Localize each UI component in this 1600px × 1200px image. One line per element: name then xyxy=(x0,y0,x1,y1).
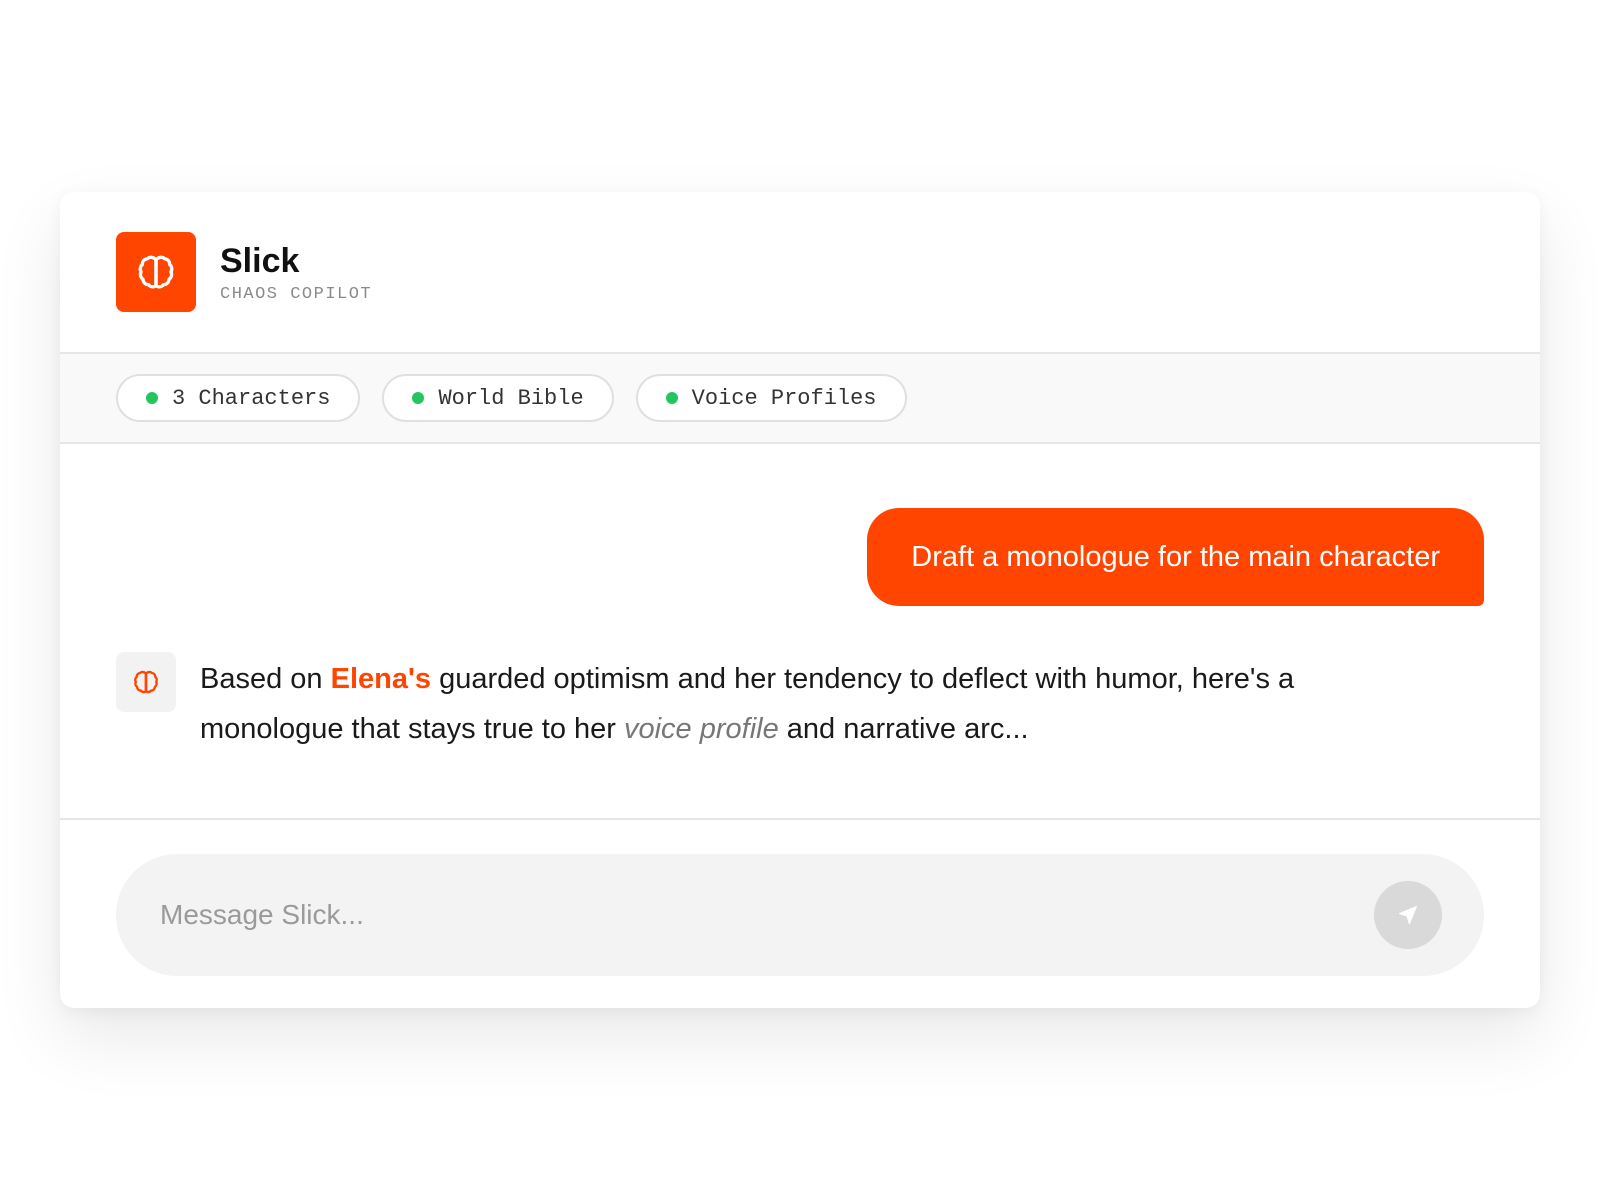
send-icon xyxy=(1399,906,1417,924)
chip-world-bible[interactable]: World Bible xyxy=(382,374,614,422)
composer xyxy=(116,854,1484,976)
assistant-message-text: Based on Elena's guarded optimism and he… xyxy=(200,654,1350,754)
voice-profile-emphasis: voice profile xyxy=(623,713,779,745)
character-highlight: Elena's xyxy=(330,663,432,695)
brain-icon xyxy=(138,255,174,289)
brand: Slick CHAOS COPILOT xyxy=(220,241,372,304)
brain-icon xyxy=(134,670,158,694)
chip-label: World Bible xyxy=(438,385,584,411)
assistant-text-part: Based on xyxy=(200,663,331,695)
assistant-message: Based on Elena's guarded optimism and he… xyxy=(116,652,1350,754)
chat-header: Slick CHAOS COPILOT xyxy=(60,192,1540,354)
app-name: Slick xyxy=(220,241,300,280)
chip-label: Voice Profiles xyxy=(691,385,877,411)
send-button[interactable] xyxy=(1374,881,1442,949)
message-list: Draft a monologue for the main character… xyxy=(60,444,1540,820)
user-message-text: Draft a monologue for the main character xyxy=(911,540,1440,573)
assistant-text-part: and narrative arc... xyxy=(778,713,1029,745)
chat-panel: Slick CHAOS COPILOT 3 Characters World B… xyxy=(60,192,1540,1008)
status-dot xyxy=(146,392,158,404)
chip-characters[interactable]: 3 Characters xyxy=(116,374,361,422)
app-subtitle: CHAOS COPILOT xyxy=(220,284,373,304)
status-dot xyxy=(665,392,678,404)
user-message: Draft a monologue for the main character xyxy=(867,508,1484,606)
assistant-avatar xyxy=(116,652,176,712)
app-logo xyxy=(116,232,196,312)
message-input[interactable] xyxy=(160,899,1374,931)
status-dot xyxy=(412,392,425,404)
context-bar: 3 Characters World Bible Voice Profiles xyxy=(60,354,1540,444)
chip-label: 3 Characters xyxy=(172,385,331,411)
chip-voice-profiles[interactable]: Voice Profiles xyxy=(635,374,907,422)
